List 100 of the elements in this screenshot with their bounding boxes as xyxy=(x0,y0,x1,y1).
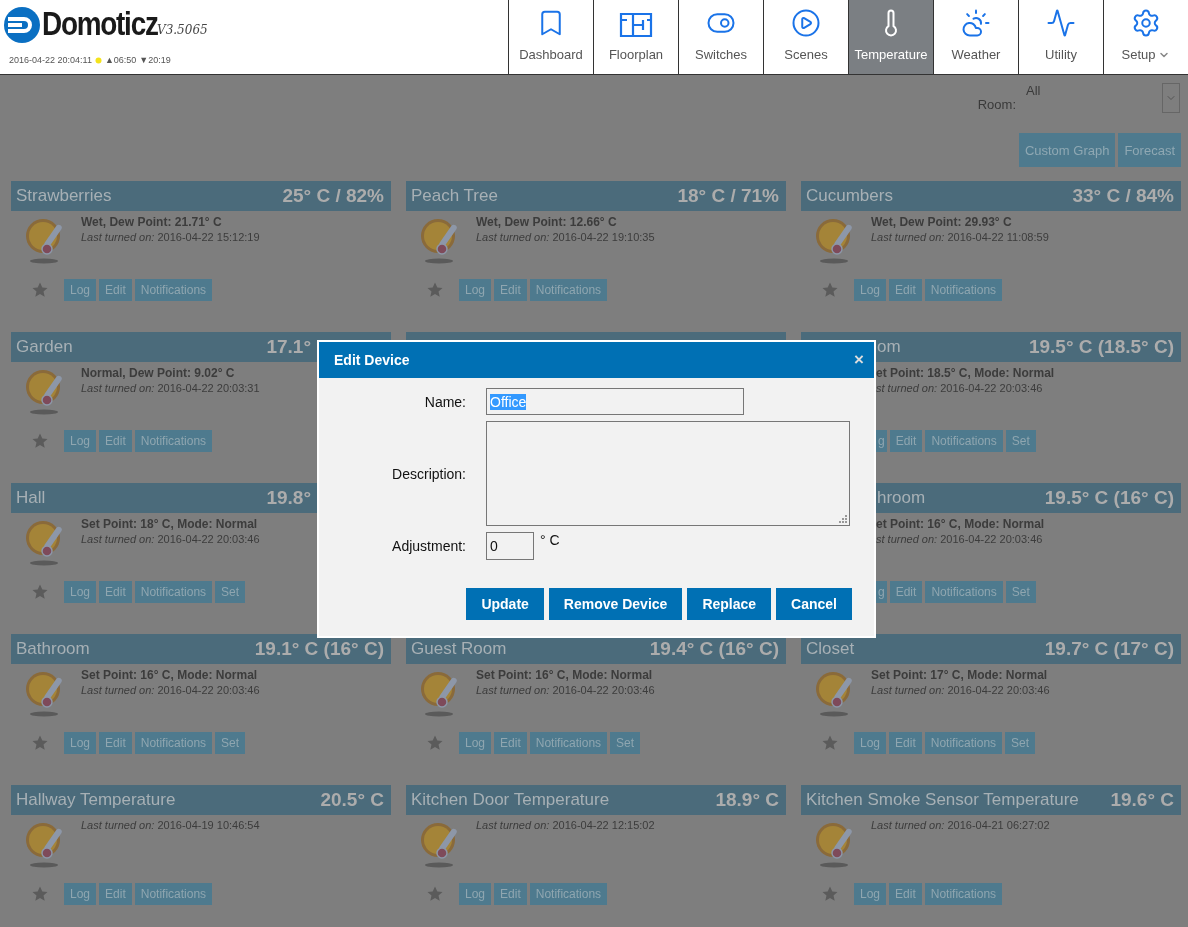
card-button[interactable]: Log xyxy=(459,279,492,301)
card-button[interactable]: Notifications xyxy=(924,732,1003,754)
device-status: Wet, Dew Point: 12.66° C xyxy=(476,215,618,229)
device-name: Kitchen Door Temperature xyxy=(411,790,610,810)
name-field[interactable]: Office xyxy=(486,388,744,415)
card-button[interactable]: Log xyxy=(459,732,492,754)
dialog-button[interactable]: Remove Device xyxy=(548,588,683,620)
temperature-reading: 19.4° C (16° C) xyxy=(649,638,779,660)
room-select[interactable]: All xyxy=(1022,83,1180,113)
card-button[interactable]: Log xyxy=(64,279,97,301)
card-button[interactable]: g xyxy=(876,430,887,452)
cloud-sun-icon xyxy=(961,8,991,38)
last-turned-on: Last turned on: 2016-04-22 12:15:02 xyxy=(476,819,655,831)
card-button[interactable]: Notifications xyxy=(134,732,213,754)
card-button[interactable]: Notifications xyxy=(925,581,1003,603)
device-name: hroom xyxy=(877,488,926,508)
card-button[interactable]: Set xyxy=(610,732,641,754)
card-button[interactable]: Log xyxy=(64,430,97,452)
dialog-button[interactable]: Replace xyxy=(687,588,772,620)
card-button[interactable]: Log xyxy=(854,732,887,754)
last-turned-on: st turned on: 2016-04-22 20:03:46 xyxy=(876,533,1044,545)
card-button[interactable]: Log xyxy=(64,883,97,905)
card-button[interactable]: Edit xyxy=(494,732,527,754)
card-button[interactable]: Set xyxy=(215,732,246,754)
field-label: Adjustment: xyxy=(392,538,466,554)
card-button[interactable]: Set xyxy=(215,581,246,603)
card-button[interactable]: Set xyxy=(1005,581,1036,603)
star-icon[interactable] xyxy=(427,735,443,751)
card-button[interactable]: Notifications xyxy=(134,430,213,452)
sun-icon xyxy=(94,56,102,64)
temperature-reading: 19.7° C (17° C) xyxy=(1044,638,1174,660)
device-name: Cucumbers xyxy=(806,186,893,206)
star-icon[interactable] xyxy=(822,282,838,298)
temperature-reading: 25° C / 82% xyxy=(282,185,384,207)
card-button[interactable]: Edit xyxy=(889,883,922,905)
pulse-icon xyxy=(1046,8,1076,38)
card-button[interactable]: Notifications xyxy=(529,883,608,905)
star-icon[interactable] xyxy=(32,886,48,902)
card-button[interactable]: Edit xyxy=(889,581,923,603)
device-name: Guest Room xyxy=(411,639,507,659)
card-button[interactable]: g xyxy=(876,581,887,603)
last-turned-on: Last turned on: 2016-04-22 11:08:59 xyxy=(871,231,1049,243)
card-button[interactable]: Edit xyxy=(889,430,923,452)
card-button[interactable]: Log xyxy=(854,883,887,905)
card-button[interactable]: Notifications xyxy=(529,732,608,754)
close-button[interactable]: × xyxy=(854,350,864,370)
device-name: Strawberries xyxy=(16,186,112,206)
card-button[interactable]: Edit xyxy=(99,279,132,301)
card-button[interactable]: Set xyxy=(1005,430,1036,452)
star-icon[interactable] xyxy=(822,886,838,902)
star-icon[interactable] xyxy=(32,735,48,751)
temperature-reading: 17.1° xyxy=(266,336,311,358)
device-status: Set Point: 18° C, Mode: Normal xyxy=(81,517,259,531)
action-button[interactable]: Forecast xyxy=(1118,133,1181,167)
adjustment-field[interactable]: 0 xyxy=(486,532,534,560)
description-field[interactable] xyxy=(486,421,850,526)
device-status: Set Point: 17° C, Mode: Normal xyxy=(871,668,1049,682)
last-turned-on: st turned on: 2016-04-22 20:03:46 xyxy=(876,382,1044,394)
last-turned-on: Last turned on: 2016-04-22 20:03:46 xyxy=(81,533,260,545)
card-button[interactable]: Notifications xyxy=(924,279,1003,301)
star-icon[interactable] xyxy=(32,433,48,449)
card-button[interactable]: Log xyxy=(854,279,887,301)
card-button[interactable]: Notifications xyxy=(925,430,1003,452)
card-button[interactable]: Edit xyxy=(99,581,132,603)
star-icon[interactable] xyxy=(822,735,838,751)
card-button[interactable]: Notifications xyxy=(134,581,213,603)
dialog-button[interactable]: Cancel xyxy=(776,588,852,620)
card-button[interactable]: Notifications xyxy=(134,279,213,301)
resize-grip-icon[interactable] xyxy=(839,515,847,523)
star-icon[interactable] xyxy=(32,282,48,298)
star-icon[interactable] xyxy=(32,584,48,600)
temperature-reading: 19.5° C (18.5° C) xyxy=(1028,336,1174,358)
device-name: Peach Tree xyxy=(411,186,498,206)
device-status: et Point: 16° C, Mode: Normal xyxy=(876,517,1045,531)
date-time: 2016-04-22 20:04:11 xyxy=(9,55,92,65)
field-label: Name: xyxy=(424,393,466,410)
card-button[interactable]: Notifications xyxy=(924,883,1003,905)
dialog-button[interactable]: Update xyxy=(466,588,544,620)
card-button[interactable]: Edit xyxy=(889,279,922,301)
card-button[interactable]: Notifications xyxy=(134,883,213,905)
card-button[interactable]: Edit xyxy=(494,279,527,301)
last-turned-on: Last turned on: 2016-04-22 20:03:46 xyxy=(81,684,260,696)
card-button[interactable]: Edit xyxy=(99,430,132,452)
nav-tab[interactable]: Temperature xyxy=(848,0,933,74)
card-button[interactable]: Edit xyxy=(494,883,527,905)
card-button[interactable]: Log xyxy=(459,883,492,905)
card-button[interactable]: Edit xyxy=(99,732,132,754)
star-icon[interactable] xyxy=(427,886,443,902)
device-name: Kitchen Smoke Sensor Temperature xyxy=(806,790,1079,810)
card-button[interactable]: Set xyxy=(1005,732,1036,754)
device-status: Wet, Dew Point: 21.71° C xyxy=(81,215,223,229)
card-button[interactable]: Edit xyxy=(99,883,132,905)
card-button[interactable]: Edit xyxy=(889,732,922,754)
card-button[interactable]: Notifications xyxy=(529,279,608,301)
action-button[interactable]: Custom Graph xyxy=(1018,133,1116,167)
card-button[interactable]: Log xyxy=(64,732,97,754)
star-icon[interactable] xyxy=(427,282,443,298)
device-status: Normal, Dew Point: 9.02° C xyxy=(81,366,236,380)
temperature-reading: 20.5° C xyxy=(320,789,384,811)
card-button[interactable]: Log xyxy=(64,581,97,603)
